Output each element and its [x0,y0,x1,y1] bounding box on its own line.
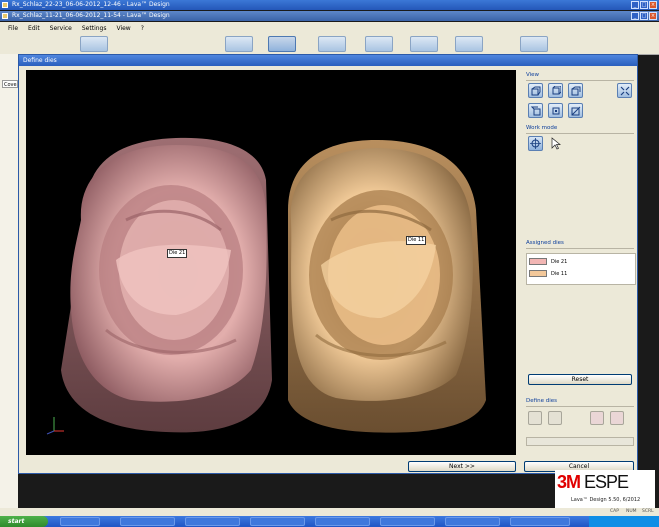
system-tray [589,516,659,527]
caps-indicator: CAP [610,509,619,514]
define-dies-dialog: Define dies Die 21 Die 11 View Work mode… [18,54,638,474]
step-coping-icon[interactable] [410,36,438,52]
taskbar-item[interactable] [250,517,305,526]
work-mode-label: Work mode [526,125,558,131]
taskbar-item[interactable] [185,517,240,526]
front-window-title: Rx_Schlaz_11-21_06-06-2012_11-54 - Lava™… [12,12,170,19]
die-remove-icon[interactable] [610,411,624,425]
assigned-die-label: Die 11 [551,270,568,277]
maximize-icon[interactable]: □ [640,12,648,20]
assigned-dies-label: Assigned dies [526,240,564,246]
view-top-icon[interactable] [548,103,563,118]
left-tab[interactable]: Cove [2,80,18,88]
progress-bar [526,437,634,446]
reset-button[interactable]: Reset [528,374,632,385]
step-define-dies-icon[interactable] [268,36,296,52]
die-split-icon[interactable] [590,411,604,425]
step-margin-icon[interactable] [318,36,346,52]
die-11-swatch [529,270,547,277]
view-back-icon[interactable] [548,83,563,98]
taskbar-item[interactable] [380,517,435,526]
num-indicator: NUM [626,509,637,514]
step-bridge-icon[interactable] [455,36,483,52]
minimize-icon[interactable]: _ [631,12,639,20]
view-fit-icon[interactable] [617,83,632,98]
left-workspace-strip [0,54,18,514]
view-right-icon[interactable] [528,103,543,118]
view-left-icon[interactable] [568,83,583,98]
taskbar-item[interactable] [445,517,500,526]
close-icon[interactable]: × [649,1,657,9]
view-bottom-icon[interactable] [568,103,583,118]
rotate-tool-icon[interactable] [528,136,543,151]
app-icon [2,2,8,8]
step-insertion-icon[interactable] [365,36,393,52]
separator [526,406,634,407]
app-icon [2,13,8,19]
maximize-icon[interactable]: □ [640,1,648,9]
front-window-controls: _ □ × [631,12,657,20]
axis-triad-icon [46,417,64,435]
die-models-render [61,137,486,433]
version-text: Lava™ Design 5.50, 6/2012 [571,497,641,503]
separator [526,133,634,134]
brand-logo: 3M ESPE Lava™ Design 5.50, 6/2012 [555,470,655,508]
die-21-model[interactable] [61,137,272,433]
menu-edit[interactable]: Edit [28,25,40,32]
step-finish-icon[interactable] [520,36,548,52]
front-window-titlebar[interactable]: Rx_Schlaz_11-21_06-06-2012_11-54 - Lava™… [0,11,659,21]
scroll-indicator: SCRL [642,509,654,514]
taskbar-item[interactable] [60,517,100,526]
logo-espe-text: ESPE [580,472,629,492]
close-icon[interactable]: × [649,12,657,20]
menu-settings[interactable]: Settings [82,25,107,32]
die-21-label: Die 21 [167,249,188,258]
view-front-icon[interactable] [528,83,543,98]
menu-service[interactable]: Service [50,25,72,32]
list-item[interactable]: Die 21 [529,257,567,266]
step-scan-icon[interactable] [80,36,108,52]
die-21-swatch [529,258,547,265]
windows-taskbar: start [0,516,659,527]
minimize-icon[interactable]: _ [631,1,639,9]
logo-3m-text: 3M [557,472,581,492]
taskbar-item[interactable] [120,517,175,526]
dialog-title: Define dies [19,55,637,66]
taskbar-item[interactable] [510,517,570,526]
assigned-dies-list: Die 21 Die 11 [526,253,636,285]
assigned-die-label: Die 21 [551,258,568,265]
menu-file[interactable]: File [8,25,18,32]
step-model-icon[interactable] [225,36,253,52]
separator [526,248,634,249]
menu-help[interactable]: ? [141,25,144,32]
workflow-toolbar [0,34,659,55]
menu-view[interactable]: View [116,25,130,32]
3d-viewport[interactable]: Die 21 Die 11 [26,70,516,455]
logo-3m-espe: 3M ESPE [557,472,629,493]
menu-bar: File Edit Service Settings View ? [0,22,659,34]
separator [526,80,634,81]
start-button[interactable]: start [0,516,48,527]
select-cursor-icon[interactable] [548,136,563,151]
die-add-icon[interactable] [528,411,542,425]
die-edit-icon[interactable] [548,411,562,425]
list-item[interactable]: Die 11 [529,269,567,278]
view-group-label: View [526,72,540,78]
define-dies-group-label: Define dies [526,398,557,404]
next-button[interactable]: Next >> [408,461,516,472]
back-window-titlebar[interactable]: Rx_Schlaz_22-23_06-06-2012_12-46 - Lava™… [0,0,659,10]
define-dies-panel: View Work mode Assigned dies Die 21 Die … [524,70,636,455]
taskbar-item[interactable] [315,517,370,526]
die-11-label: Die 11 [406,236,427,245]
status-bar: CAP NUM SCRL [0,508,659,516]
die-11-model[interactable] [288,140,486,433]
back-window-title: Rx_Schlaz_22-23_06-06-2012_12-46 - Lava™… [12,1,170,8]
back-window-controls: _ □ × [631,1,657,9]
